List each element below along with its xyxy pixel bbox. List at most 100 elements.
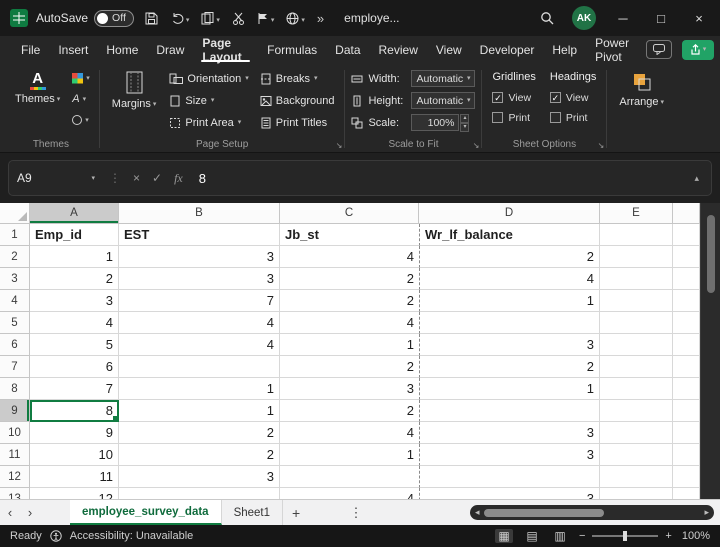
vertical-scrollbar[interactable] bbox=[700, 203, 720, 499]
print-area-button[interactable]: Print Area▾ bbox=[165, 112, 252, 133]
paste-button[interactable]: ▾ bbox=[199, 10, 222, 27]
cell-E11[interactable] bbox=[600, 444, 673, 466]
margins-button[interactable]: Margins▾ bbox=[106, 68, 163, 113]
qat-overflow-button[interactable]: » bbox=[317, 11, 324, 26]
menu-tab-view[interactable]: View bbox=[427, 36, 471, 63]
cell-F11[interactable] bbox=[673, 444, 700, 466]
cell-B5[interactable]: 4 bbox=[119, 312, 280, 334]
gridlines-view-checkbox[interactable]: ✓View bbox=[492, 89, 535, 106]
cell-F6[interactable] bbox=[673, 334, 700, 356]
accessibility-status[interactable]: Accessibility: Unavailable bbox=[70, 530, 194, 542]
size-button[interactable]: Size▾ bbox=[165, 90, 252, 111]
sheet-list-menu-button[interactable]: ⋮ bbox=[343, 500, 369, 525]
undo-dropdown-icon[interactable]: ▾ bbox=[186, 16, 190, 25]
background-button[interactable]: Background bbox=[256, 90, 339, 111]
theme-colors-button[interactable]: ▾ bbox=[69, 68, 93, 88]
headings-view-checkbox[interactable]: ✓View bbox=[550, 89, 596, 106]
cell-E5[interactable] bbox=[600, 312, 673, 334]
cell-C6[interactable]: 1 bbox=[280, 334, 419, 356]
cell-D8[interactable]: 1 bbox=[419, 378, 600, 400]
cell-A5[interactable]: 4 bbox=[30, 312, 119, 334]
width-select[interactable]: Automatic▾ bbox=[411, 70, 475, 87]
row-header-10[interactable]: 10 bbox=[0, 422, 30, 444]
orientation-button[interactable]: Orientation▾ bbox=[165, 68, 252, 89]
gridlines-print-checkbox[interactable]: Print bbox=[492, 109, 535, 126]
cell-B9[interactable]: 1 bbox=[119, 400, 280, 422]
cell-E6[interactable] bbox=[600, 334, 673, 356]
vertical-scrollbar-thumb[interactable] bbox=[707, 215, 715, 293]
insert-function-button[interactable]: fx bbox=[168, 171, 189, 186]
menu-tab-draw[interactable]: Draw bbox=[147, 36, 193, 63]
cell-A7[interactable]: 6 bbox=[30, 356, 119, 378]
cell-C12[interactable] bbox=[280, 466, 419, 488]
horizontal-scrollbar-thumb[interactable] bbox=[484, 509, 604, 517]
cell-B13[interactable] bbox=[119, 488, 280, 499]
minimize-button[interactable]: ─ bbox=[612, 11, 634, 26]
name-box-dropdown-icon[interactable]: ▾ bbox=[91, 174, 95, 183]
cell-C8[interactable]: 3 bbox=[280, 378, 419, 400]
expand-formula-bar-icon[interactable]: ▴ bbox=[690, 173, 703, 184]
cell-D1[interactable]: Wr_lf_balance bbox=[419, 224, 600, 246]
cell-C5[interactable]: 4 bbox=[280, 312, 419, 334]
menu-tab-help[interactable]: Help bbox=[543, 36, 586, 63]
cell-D3[interactable]: 4 bbox=[419, 268, 600, 290]
cell-A13[interactable]: 12 bbox=[30, 488, 119, 499]
menu-tab-power-pivot[interactable]: Power Pivot bbox=[586, 36, 646, 63]
row-header-8[interactable]: 8 bbox=[0, 378, 30, 400]
cell-F8[interactable] bbox=[673, 378, 700, 400]
cell-C10[interactable]: 4 bbox=[280, 422, 419, 444]
cell-E9[interactable] bbox=[600, 400, 673, 422]
share-button[interactable]: ▾ bbox=[682, 40, 714, 60]
cell-B3[interactable]: 3 bbox=[119, 268, 280, 290]
zoom-level[interactable]: 100% bbox=[682, 530, 710, 542]
maximize-button[interactable]: □ bbox=[650, 11, 672, 26]
column-header-C[interactable]: C bbox=[280, 203, 419, 224]
cell-F4[interactable] bbox=[673, 290, 700, 312]
horizontal-scrollbar[interactable]: ◂ ▸ bbox=[470, 505, 714, 520]
name-box[interactable]: A9▾ bbox=[17, 171, 103, 185]
cell-D9[interactable] bbox=[419, 400, 600, 422]
cell-C11[interactable]: 1 bbox=[280, 444, 419, 466]
normal-view-button[interactable]: ▦ bbox=[495, 529, 513, 543]
flag-dropdown-icon[interactable]: ▾ bbox=[271, 16, 275, 25]
cell-D4[interactable]: 1 bbox=[419, 290, 600, 312]
menu-tab-file[interactable]: File bbox=[12, 36, 49, 63]
cell-C9[interactable]: 2 bbox=[280, 400, 419, 422]
menu-tab-home[interactable]: Home bbox=[97, 36, 147, 63]
cell-D12[interactable] bbox=[419, 466, 600, 488]
page-setup-dialog-launcher[interactable]: ↘ bbox=[336, 141, 343, 150]
cell-F7[interactable] bbox=[673, 356, 700, 378]
row-header-11[interactable]: 11 bbox=[0, 444, 30, 466]
horizontal-scrollbar-track[interactable] bbox=[484, 505, 701, 520]
scroll-right-icon[interactable]: ▸ bbox=[704, 507, 709, 518]
next-sheet-button[interactable]: › bbox=[20, 500, 40, 525]
row-header-9[interactable]: 9 bbox=[0, 400, 30, 422]
zoom-out-button[interactable]: − bbox=[579, 530, 585, 542]
cell-C13[interactable]: 4 bbox=[280, 488, 419, 499]
cell-B7[interactable] bbox=[119, 356, 280, 378]
column-header-D[interactable]: D bbox=[419, 203, 600, 224]
cell-C1[interactable]: Jb_st bbox=[280, 224, 419, 246]
cell-F2[interactable] bbox=[673, 246, 700, 268]
cell-E7[interactable] bbox=[600, 356, 673, 378]
row-header-1[interactable]: 1 bbox=[0, 224, 30, 246]
scale-spinner[interactable]: ▴▾ bbox=[460, 114, 469, 132]
cell-D11[interactable]: 3 bbox=[419, 444, 600, 466]
cell-A12[interactable]: 11 bbox=[30, 466, 119, 488]
cell-A11[interactable]: 10 bbox=[30, 444, 119, 466]
height-select[interactable]: Automatic▾ bbox=[411, 92, 475, 109]
autosave-toggle[interactable]: AutoSave Off bbox=[36, 10, 134, 27]
formula-bar-handle[interactable]: ⋮ bbox=[109, 171, 121, 185]
account-avatar[interactable]: AK bbox=[572, 6, 596, 30]
cell-E10[interactable] bbox=[600, 422, 673, 444]
row-header-7[interactable]: 7 bbox=[0, 356, 30, 378]
sheet-tab-Sheet1[interactable]: Sheet1 bbox=[222, 500, 283, 525]
cell-A10[interactable]: 9 bbox=[30, 422, 119, 444]
cell-D13[interactable]: 3 bbox=[419, 488, 600, 499]
menu-tab-formulas[interactable]: Formulas bbox=[258, 36, 326, 63]
accessibility-icon[interactable] bbox=[50, 530, 62, 542]
menu-tab-insert[interactable]: Insert bbox=[49, 36, 97, 63]
row-header-5[interactable]: 5 bbox=[0, 312, 30, 334]
zoom-slider-thumb[interactable] bbox=[623, 531, 627, 541]
menu-tab-developer[interactable]: Developer bbox=[471, 36, 544, 63]
